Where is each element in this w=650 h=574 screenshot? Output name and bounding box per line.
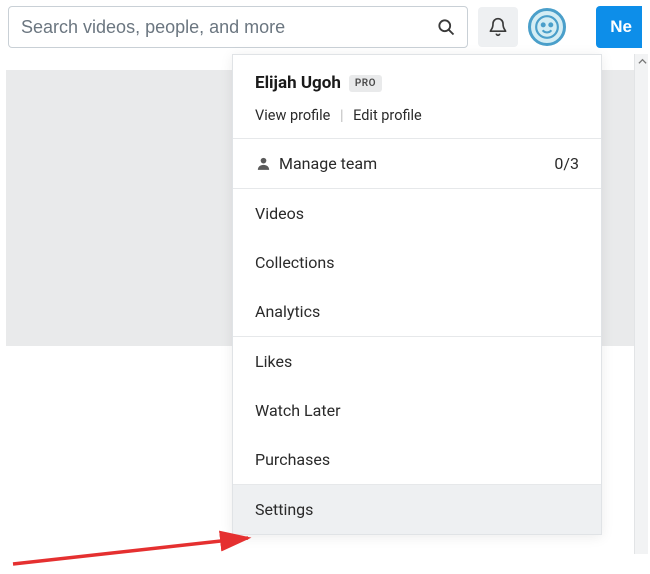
avatar[interactable] [528, 8, 566, 46]
menu-item-label: Videos [255, 204, 304, 223]
user-menu-dropdown: Elijah Ugoh PRO View profile | Edit prof… [232, 54, 602, 535]
notifications-button[interactable] [478, 7, 518, 47]
top-bar: Ne [0, 0, 650, 54]
menu-item-likes[interactable]: Likes [233, 337, 601, 386]
new-button[interactable]: Ne [596, 6, 642, 48]
search-icon [436, 17, 456, 37]
pro-badge: PRO [349, 75, 382, 92]
manage-team-count: 0/3 [554, 154, 579, 173]
chevron-up-icon [638, 57, 647, 66]
manage-team-label: Manage team [279, 154, 377, 173]
menu-item-collections[interactable]: Collections [233, 238, 601, 287]
menu-item-analytics[interactable]: Analytics [233, 287, 601, 336]
manage-team-item[interactable]: Manage team 0/3 [233, 139, 601, 188]
menu-item-settings[interactable]: Settings [233, 485, 601, 534]
avatar-face-icon [534, 14, 560, 40]
menu-item-label: Purchases [255, 450, 330, 469]
link-separator: | [340, 107, 344, 124]
dropdown-header: Elijah Ugoh PRO View profile | Edit prof… [233, 55, 601, 138]
profile-links: View profile | Edit profile [255, 107, 579, 124]
menu-item-label: Collections [255, 253, 335, 272]
user-name: Elijah Ugoh [255, 73, 341, 93]
scrollbar-track[interactable] [634, 54, 648, 554]
search-wrapper [8, 6, 468, 48]
person-icon [255, 155, 279, 172]
edit-profile-link[interactable]: Edit profile [353, 107, 422, 124]
menu-item-label: Analytics [255, 302, 320, 321]
user-name-row: Elijah Ugoh PRO [255, 73, 579, 93]
bell-icon [488, 17, 508, 37]
scrollbar-up-button[interactable] [635, 54, 649, 68]
search-button[interactable] [430, 11, 462, 43]
menu-item-label: Likes [255, 352, 292, 371]
search-input[interactable] [8, 6, 468, 48]
view-profile-link[interactable]: View profile [255, 107, 330, 124]
menu-item-label: Settings [255, 500, 313, 519]
menu-item-videos[interactable]: Videos [233, 189, 601, 238]
menu-item-purchases[interactable]: Purchases [233, 435, 601, 484]
menu-item-label: Watch Later [255, 401, 341, 420]
menu-item-watch-later[interactable]: Watch Later [233, 386, 601, 435]
